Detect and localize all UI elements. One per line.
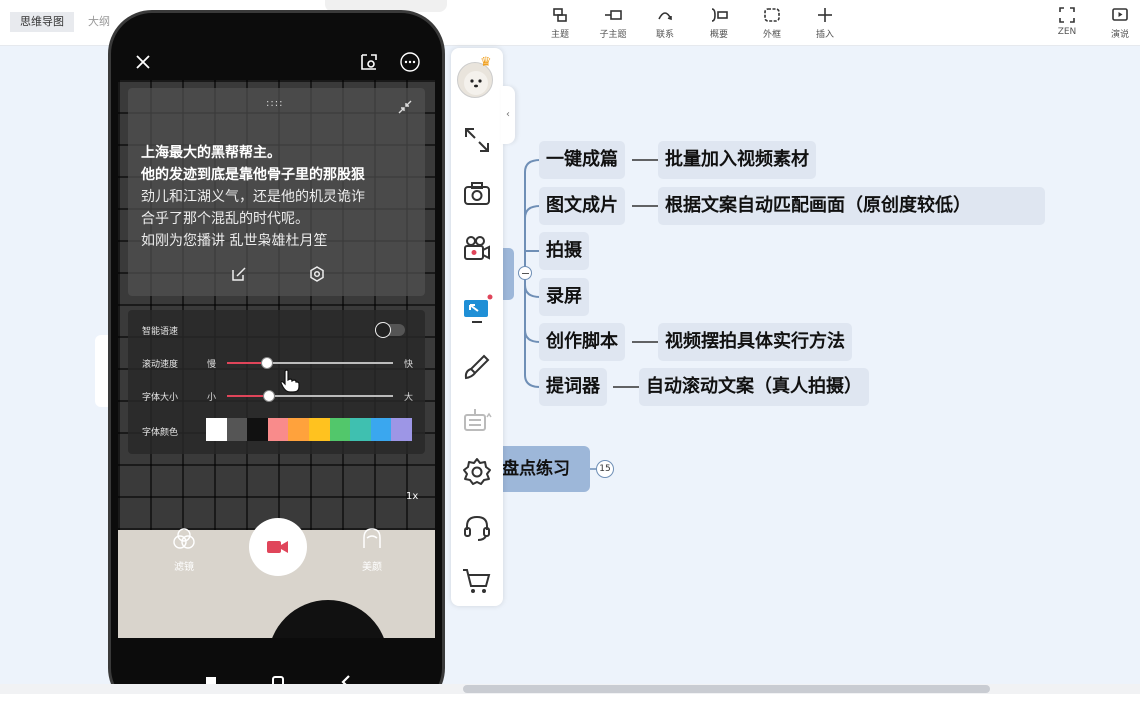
edit-icon[interactable] [231,266,247,282]
font-size-min: 小 [207,393,217,403]
cart-button[interactable] [460,564,494,598]
color-swatch-1[interactable] [206,418,227,441]
record-button[interactable] [249,518,307,576]
support-button[interactable] [460,510,494,544]
smart-speed-toggle[interactable] [375,322,405,338]
color-swatch-4[interactable] [267,418,289,441]
prompter-line-2: 他的发迹到底是靠他骨子里的那股狠 [141,167,365,183]
crown-icon: ♛ [480,55,492,70]
screen-record-button[interactable] [460,293,494,327]
background-card [95,335,109,407]
flip-camera-icon[interactable] [358,51,380,73]
teleprompter-panel[interactable]: :::: 上海最大的黑帮帮主。 他的发迹到底是靠他骨子里的那股狠 劲儿和江湖义气… [128,88,425,296]
camera-icon [464,182,490,205]
prompter-line-3: 劲儿和江湖义气，还是他的机灵诡诈 [141,189,365,205]
font-size-knob[interactable] [262,390,275,402]
node-teleprompter-child[interactable]: 自动滚动文案（真人拍摄） [639,368,869,406]
node-one-click[interactable]: 一键成篇 [539,141,625,179]
close-icon[interactable] [134,53,152,71]
scroll-speed-knob[interactable] [260,357,273,369]
camera-button[interactable] [460,177,494,211]
drag-handle-icon[interactable]: :::: [266,98,283,109]
beauty-icon[interactable] [360,526,384,552]
brush-button[interactable] [460,350,494,384]
node-one-click-child[interactable]: 批量加入视频素材 [658,141,816,179]
phone-screen: :::: 上海最大的黑帮帮主。 他的发迹到底是靠他骨子里的那股狠 劲儿和江湖义气… [118,40,435,638]
video-camera-icon [464,236,490,260]
color-swatch-8[interactable] [350,418,371,441]
collapse-toggle[interactable] [518,266,532,280]
font-size-label: 字体大小 [142,393,179,403]
font-color-swatches[interactable] [206,418,412,441]
color-swatch-6[interactable] [308,418,330,441]
keyboard-button[interactable] [460,404,494,438]
font-size-max: 大 [404,393,414,403]
prompter-settings-icon[interactable] [309,266,325,282]
smart-speed-label: 智能语速 [142,327,179,337]
color-swatch-2[interactable] [226,418,248,441]
prompter-line-5: 如刚为您播讲 乱世枭雄杜月笙 [141,233,328,249]
gear-icon [463,458,491,485]
expand-icon [465,128,489,152]
zoom-level[interactable]: 1x [406,491,418,502]
prompter-line-4: 合乎了那个混乱的时代呢。 [141,211,309,227]
font-size-slider[interactable] [227,390,393,402]
scroll-speed-slider[interactable] [227,357,393,369]
video-record-button[interactable] [460,232,494,266]
camera-topbar [118,40,435,80]
node-teleprompter[interactable]: 提词器 [539,368,607,406]
color-swatch-3[interactable] [247,418,268,441]
scroll-speed-label: 滚动速度 [142,360,179,370]
horizontal-scrollbar-thumb[interactable] [463,685,990,693]
node-practice[interactable]: 盘点练习 [490,446,590,492]
settings-button[interactable] [460,455,494,489]
keyboard-icon [464,409,492,431]
filter-label: 滤镜 [174,562,194,573]
font-color-label: 字体颜色 [142,428,179,438]
node-image-text[interactable]: 图文成片 [539,187,625,225]
node-script-child[interactable]: 视频摆拍具体实行方法 [658,323,852,361]
node-screen-record[interactable]: 录屏 [539,278,589,316]
status-bar [0,694,1140,713]
collapsed-count-badge[interactable]: 15 [596,460,614,478]
headset-icon [464,515,490,541]
prompter-line-1: 上海最大的黑帮帮主。 [141,145,281,161]
scroll-speed-max: 快 [404,360,414,370]
brush-icon [464,354,490,380]
cart-icon [463,569,491,593]
color-swatch-9[interactable] [370,418,392,441]
color-swatch-10[interactable] [391,418,412,441]
more-icon[interactable] [399,51,421,73]
node-script[interactable]: 创作脚本 [539,323,625,361]
hand-cursor-icon [280,369,300,393]
record-video-icon [267,541,288,553]
panel-collapse-tab[interactable]: ‹ [501,86,515,144]
filter-icon[interactable] [172,527,196,551]
scroll-speed-min: 慢 [207,360,217,370]
color-swatch-7[interactable] [329,418,351,441]
beauty-label: 美颜 [362,562,382,573]
node-shoot[interactable]: 拍摄 [539,232,589,270]
node-image-text-child[interactable]: 根据文案自动匹配画面（原创度较低） [658,187,1045,225]
collapse-icon[interactable] [398,100,412,114]
expand-button[interactable] [460,123,494,157]
screen-record-icon [464,294,493,323]
color-swatch-5[interactable] [288,418,309,441]
